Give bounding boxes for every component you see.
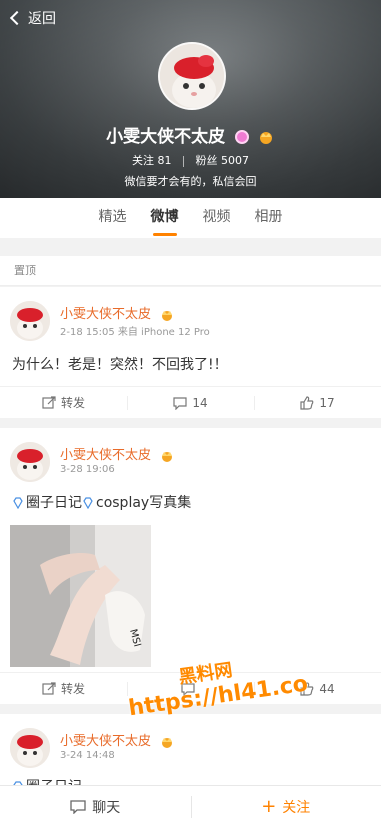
profile-name-row: 小雯大侠不太皮 <box>0 122 381 147</box>
tab-video[interactable]: 视频 <box>191 198 243 238</box>
profile-tabs: 精选 微博 视频 相册 <box>0 198 381 238</box>
profile-stats: 关注 81 粉丝 5007 <box>0 152 381 168</box>
tab-featured[interactable]: 精选 <box>87 198 139 238</box>
avatar[interactable] <box>10 442 50 482</box>
chevron-left-icon <box>9 10 25 26</box>
crown-icon <box>162 310 173 321</box>
like-button[interactable]: 17 <box>254 387 381 418</box>
back-label: 返回 <box>28 11 56 27</box>
comment-icon <box>173 396 187 410</box>
repost-icon <box>42 681 56 695</box>
repost-icon <box>42 395 56 409</box>
vip-badge-icon <box>235 130 249 144</box>
post-author[interactable]: 小雯大侠不太皮 <box>60 444 175 463</box>
avatar[interactable] <box>10 301 50 341</box>
profile-avatar[interactable] <box>158 42 226 110</box>
post-text: 为什么！老是！突然！不回我了!！ <box>12 357 228 373</box>
pinned-label: 置顶 <box>0 256 381 286</box>
tab-album[interactable]: 相册 <box>243 198 295 238</box>
post-card[interactable]: 小雯大侠不太皮 2-18 15:05 来自 iPhone 12 Pro 为什么！… <box>0 287 381 418</box>
post-text: 圈子日记 cosplay写真集 <box>12 492 191 512</box>
chat-icon <box>70 799 86 814</box>
bottom-action-bar: 聊天 + 关注 <box>0 785 381 827</box>
crown-icon <box>162 737 173 748</box>
profile-header: 返回 小雯大侠不太皮 关注 81 粉丝 5007 微信要才会有的，私信会回 <box>0 0 381 198</box>
tab-weibo[interactable]: 微博 <box>139 198 191 238</box>
post-meta: 2-18 15:05 来自 iPhone 12 Pro <box>60 327 210 338</box>
profile-name: 小雯大侠不太皮 <box>106 127 226 147</box>
chat-button[interactable]: 聊天 <box>0 786 191 827</box>
post-author[interactable]: 小雯大侠不太皮 <box>60 730 175 749</box>
crown-icon <box>162 451 173 462</box>
stat-divider <box>183 155 184 167</box>
avatar[interactable] <box>10 728 50 768</box>
post-topic-text: cosplay写真集 <box>96 495 192 511</box>
post-actions: 转发 14 17 <box>0 386 381 418</box>
diamond-icon <box>83 497 93 509</box>
plus-icon: + <box>261 795 277 817</box>
post-meta: 3-28 19:06 <box>60 464 115 475</box>
comment-button[interactable]: 14 <box>127 387 254 418</box>
post-topic-link[interactable]: 圈子日记 <box>26 495 82 511</box>
follow-button[interactable]: + 关注 <box>190 786 381 827</box>
post-author[interactable]: 小雯大侠不太皮 <box>60 303 175 322</box>
diamond-icon <box>13 497 23 509</box>
repost-button[interactable]: 转发 <box>0 387 127 418</box>
crown-icon <box>259 132 272 144</box>
post-meta: 3-24 14:48 <box>60 750 115 761</box>
post-photo[interactable]: MSI <box>10 525 151 667</box>
profile-description: 微信要才会有的，私信会回 <box>124 175 257 188</box>
follow-stat[interactable]: 关注 81 <box>132 154 175 167</box>
profile-page: 返回 小雯大侠不太皮 关注 81 粉丝 5007 微信要才会有的，私信会回 精选… <box>0 0 381 827</box>
repost-button[interactable]: 转发 <box>0 673 127 704</box>
back-button[interactable]: 返回 <box>9 8 56 28</box>
fans-stat[interactable]: 粉丝 5007 <box>196 154 250 167</box>
thumbs-up-icon <box>300 395 314 410</box>
